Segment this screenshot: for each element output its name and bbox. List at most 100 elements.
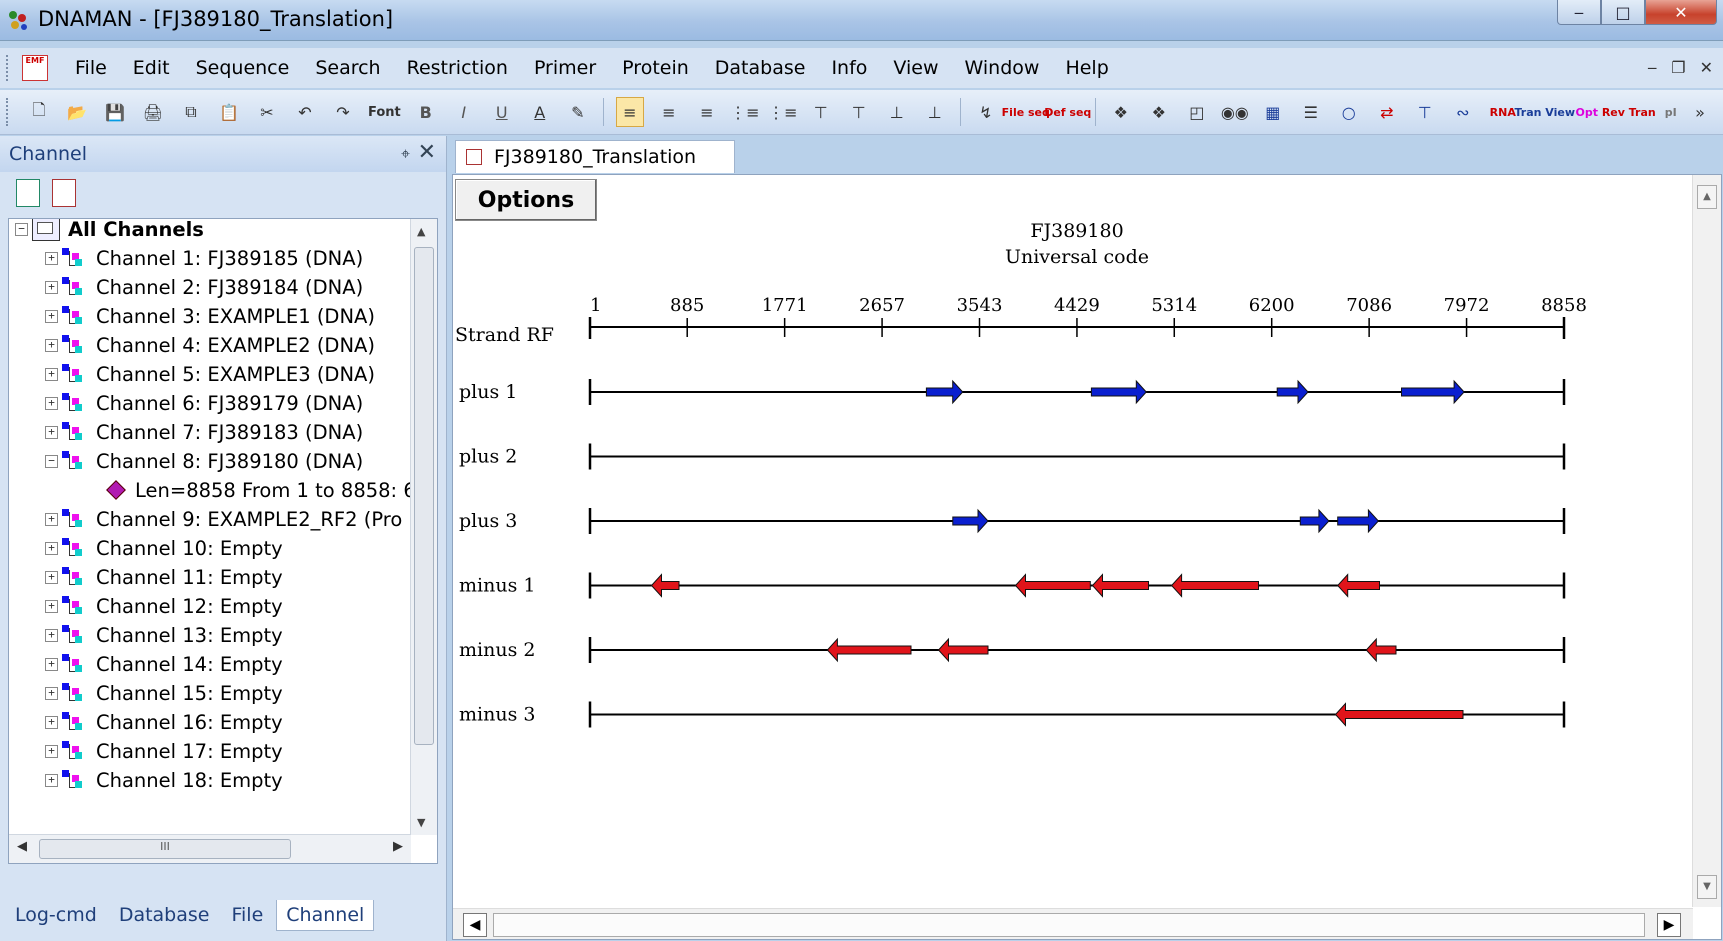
mdi-close-icon[interactable]: ✕: [1700, 58, 1713, 77]
channel-13-row[interactable]: + Channel 13: Empty: [45, 619, 283, 651]
redo-icon[interactable]: ↷: [330, 98, 356, 126]
orf-arrows-icon[interactable]: ⇄: [1374, 98, 1400, 126]
font-color-icon[interactable]: A: [527, 98, 553, 126]
align-center-icon[interactable]: ≡: [656, 98, 682, 126]
menu-search[interactable]: Search: [302, 57, 393, 79]
tab-database[interactable]: Database: [110, 900, 219, 930]
doc-scroll-up-icon[interactable]: ▲: [1697, 185, 1717, 209]
bullet-list-icon[interactable]: ⋮≡: [730, 98, 759, 126]
expand-icon[interactable]: +: [45, 251, 58, 265]
channel-1-row[interactable]: + Channel 1: FJ389185 (DNA): [45, 242, 363, 274]
mdi-restore-icon[interactable]: ❐: [1671, 58, 1685, 77]
menubar-grip[interactable]: [6, 55, 12, 81]
maximize-button[interactable]: □: [1601, 0, 1645, 25]
binoculars-icon[interactable]: ◉◉: [1221, 98, 1249, 126]
dnaman-app-icon[interactable]: [6, 8, 30, 32]
restriction-map-icon[interactable]: ▦: [1260, 98, 1286, 126]
cut-icon[interactable]: ✂: [254, 98, 280, 126]
expand-icon[interactable]: +: [45, 570, 58, 584]
dna-helix-icon[interactable]: ❖: [1108, 98, 1134, 126]
tree-root-all-channels[interactable]: − All Channels: [15, 219, 204, 245]
close-button[interactable]: ✕: [1645, 0, 1717, 25]
toolbar-overflow-icon[interactable]: »: [1687, 98, 1713, 126]
undo-icon[interactable]: ↶: [292, 98, 318, 126]
channel-17-row[interactable]: + Channel 17: Empty: [45, 735, 283, 767]
tree-scroll-thumb[interactable]: [414, 247, 434, 745]
menu-edit[interactable]: Edit: [120, 57, 183, 79]
bold-button[interactable]: B: [413, 98, 439, 126]
channel-6-row[interactable]: + Channel 6: FJ389179 (DNA): [45, 387, 363, 419]
add-channel-icon[interactable]: [16, 179, 40, 207]
def-seq-button[interactable]: Def seq: [1044, 98, 1091, 126]
channel-9-row[interactable]: + Channel 9: EXAMPLE2_RF2 (Pro: [45, 503, 402, 535]
menu-view[interactable]: View: [880, 57, 951, 79]
expand-icon[interactable]: +: [45, 599, 58, 613]
tab-log-cmd[interactable]: Log-cmd: [6, 900, 106, 930]
expand-icon[interactable]: +: [45, 309, 58, 323]
channel-15-row[interactable]: + Channel 15: Empty: [45, 677, 283, 709]
menu-protein[interactable]: Protein: [609, 57, 702, 79]
paste-icon[interactable]: 📋: [216, 98, 242, 126]
expand-icon[interactable]: +: [45, 686, 58, 700]
menu-help[interactable]: Help: [1052, 57, 1121, 79]
opt-button[interactable]: Opt: [1572, 98, 1602, 126]
print-icon[interactable]: 🖨: [140, 98, 166, 126]
tree-horizontal-scrollbar[interactable]: ◀ III ▶: [9, 834, 411, 863]
document-horizontal-scrollbar[interactable]: ◀ ▶: [453, 908, 1693, 939]
channel-11-row[interactable]: + Channel 11: Empty: [45, 561, 283, 593]
document-tab[interactable]: FJ389180_Translation: [455, 140, 735, 173]
minimize-button[interactable]: ‒: [1557, 0, 1601, 25]
expand-icon[interactable]: +: [45, 657, 58, 671]
options-button[interactable]: Options: [455, 179, 597, 221]
menu-info[interactable]: Info: [818, 57, 880, 79]
expand-icon[interactable]: +: [45, 338, 58, 352]
toolbar-grip[interactable]: [6, 98, 14, 126]
rna-button[interactable]: RNA: [1488, 98, 1518, 126]
channel-18-row[interactable]: + Channel 18: Empty: [45, 764, 283, 796]
rev-tran-button[interactable]: Rev Tran: [1602, 98, 1656, 126]
primer-icon[interactable]: ⊤: [1412, 98, 1438, 126]
file-seq-button[interactable]: File seq: [1002, 98, 1050, 126]
tree-vertical-scrollbar[interactable]: ▲ ▼: [410, 219, 437, 835]
channel-10-row[interactable]: + Channel 10: Empty: [45, 532, 283, 564]
channel-tree[interactable]: − All Channels + Channel 1: FJ389185 (DNA…: [8, 218, 438, 864]
dot-plot-icon[interactable]: ◰: [1184, 98, 1210, 126]
expand-icon[interactable]: +: [45, 280, 58, 294]
doc-scroll-left-icon[interactable]: ◀: [463, 913, 487, 937]
menu-primer[interactable]: Primer: [521, 57, 609, 79]
doc-scroll-right-icon[interactable]: ▶: [1657, 913, 1681, 937]
highlight-icon[interactable]: ✎: [565, 98, 591, 126]
mdi-minimize-icon[interactable]: ‒: [1647, 58, 1657, 77]
expand-icon[interactable]: +: [45, 715, 58, 729]
tran-view-button[interactable]: Tran View: [1515, 98, 1576, 126]
channel-7-row[interactable]: + Channel 7: FJ389183 (DNA): [45, 416, 363, 448]
graph-icon[interactable]: ∾: [1450, 98, 1476, 126]
collapse-icon[interactable]: −: [15, 222, 28, 236]
pin-icon[interactable]: ⌖: [401, 144, 410, 164]
tab-channel[interactable]: Channel: [276, 899, 375, 931]
align-seq-icon[interactable]: ⊤: [846, 98, 872, 126]
menu-sequence[interactable]: Sequence: [183, 57, 303, 79]
expand-icon[interactable]: +: [45, 744, 58, 758]
channel-report-icon[interactable]: [52, 179, 76, 207]
channel-12-row[interactable]: + Channel 12: Empty: [45, 590, 283, 622]
channel-8-row[interactable]: − Channel 8: FJ389180 (DNA): [45, 445, 363, 477]
scroll-down-icon[interactable]: ▼: [417, 816, 425, 829]
dna-compare-icon[interactable]: ❖: [1146, 98, 1172, 126]
panel-close-icon[interactable]: ✕: [418, 140, 436, 165]
scroll-up-icon[interactable]: ▲: [417, 225, 425, 238]
menu-window[interactable]: Window: [952, 57, 1053, 79]
menu-file[interactable]: File: [62, 57, 120, 79]
expand-icon[interactable]: +: [45, 512, 58, 526]
seq-tool-icon[interactable]: ↯: [973, 98, 999, 126]
underline-button[interactable]: U: [489, 98, 515, 126]
italic-button[interactable]: I: [451, 98, 477, 126]
align-shift-icon[interactable]: ⊥: [884, 98, 910, 126]
doc-hscroll-track[interactable]: [493, 913, 1645, 937]
align-right-icon[interactable]: ≡: [694, 98, 720, 126]
collapse-icon[interactable]: −: [45, 454, 58, 468]
expand-icon[interactable]: +: [45, 541, 58, 555]
channel-3-row[interactable]: + Channel 3: EXAMPLE1 (DNA): [45, 300, 375, 332]
tree-layout-icon[interactable]: ⊤: [808, 98, 834, 126]
align-left-icon[interactable]: ≡: [615, 97, 644, 127]
